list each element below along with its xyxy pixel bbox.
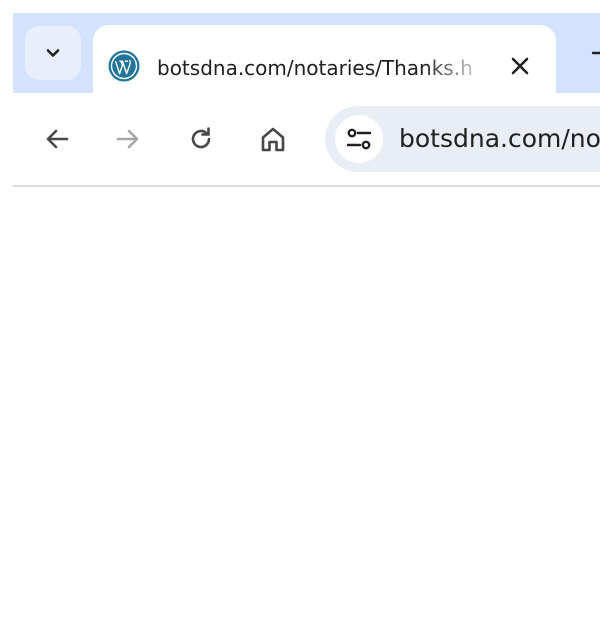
plus-icon xyxy=(590,41,600,65)
arrow-right-icon xyxy=(114,125,142,153)
back-button[interactable] xyxy=(35,117,79,161)
site-info-button[interactable] xyxy=(335,115,383,163)
wordpress-icon xyxy=(108,50,140,82)
screen: botsdna.com/notaries/Thanks.h botsdna.co… xyxy=(0,0,600,643)
page-content xyxy=(13,187,600,643)
tab-title: botsdna.com/notaries/Thanks.h xyxy=(157,56,473,80)
home-button[interactable] xyxy=(251,117,295,161)
new-tab-button[interactable] xyxy=(570,25,600,79)
home-icon xyxy=(259,125,287,153)
browser-window: botsdna.com/notaries/Thanks.h botsdna.co… xyxy=(13,13,600,643)
forward-button[interactable] xyxy=(106,117,150,161)
chevron-down-icon xyxy=(43,43,63,63)
tune-icon xyxy=(345,125,373,153)
url-text[interactable]: botsdna.com/notaries/Thanks.h xyxy=(399,123,600,155)
tab-search-button[interactable] xyxy=(25,26,81,80)
arrow-left-icon xyxy=(43,125,71,153)
tab-strip: botsdna.com/notaries/Thanks.h xyxy=(13,13,600,105)
address-bar[interactable]: botsdna.com/notaries/Thanks.h xyxy=(325,106,600,172)
toolbar: botsdna.com/notaries/Thanks.h xyxy=(13,93,600,185)
reload-icon xyxy=(187,125,215,153)
close-icon[interactable] xyxy=(508,54,532,78)
reload-button[interactable] xyxy=(179,117,223,161)
